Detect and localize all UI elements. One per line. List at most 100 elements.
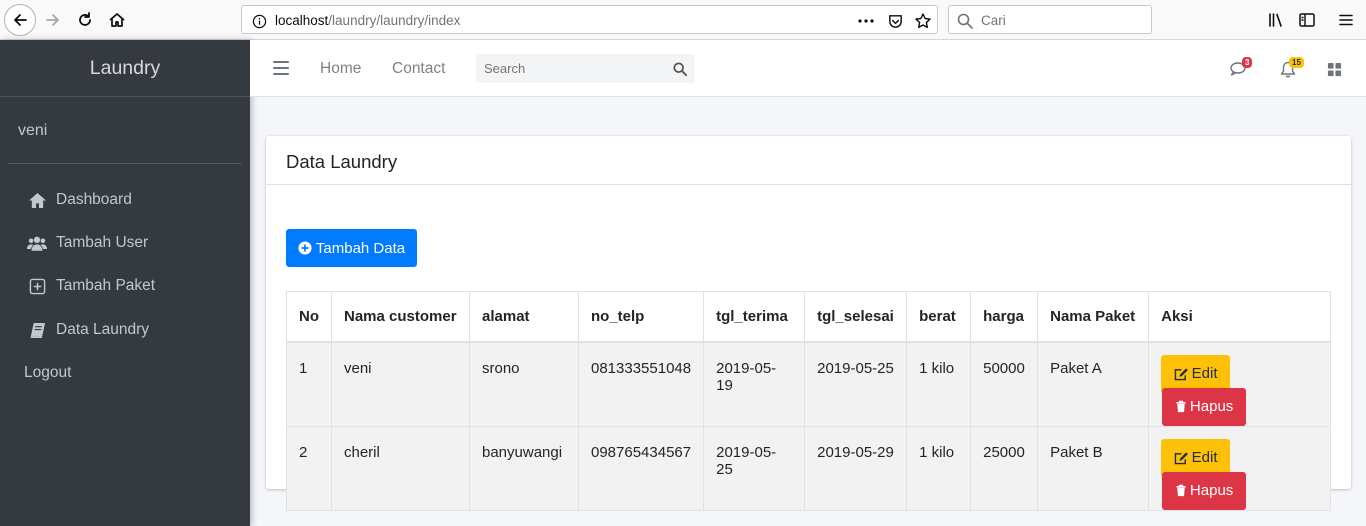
sidebar-item-label: Tambah User (56, 234, 149, 251)
cell-selesai: 2019-05-29 (804, 425, 908, 511)
more-actions-icon[interactable] (857, 12, 875, 30)
tambah-data-label: Tambah Data (315, 239, 406, 257)
edit-button[interactable]: Edit (1161, 438, 1231, 477)
grid-icon (1327, 62, 1341, 76)
brand-link[interactable]: Laundry (0, 40, 250, 97)
home-button[interactable] (101, 4, 133, 36)
user-panel: veni (8, 97, 242, 164)
sidebar-item-label: Data Laundry (56, 321, 150, 338)
menu-icon[interactable] (1335, 9, 1357, 31)
hamburger-menu-icon[interactable] (273, 61, 289, 75)
edit-label: Edit (1191, 449, 1218, 466)
cell-paket: Paket B (1037, 425, 1150, 511)
cell-harga: 25000 (970, 425, 1039, 511)
nav-link-home[interactable]: Home (320, 60, 361, 78)
apps-grid-button[interactable] (1323, 58, 1345, 80)
cell-nama: veni (331, 341, 470, 427)
edit-icon (1174, 367, 1188, 380)
arrow-right-icon (46, 14, 59, 26)
browser-toolbar: localhost/laundry/laundry/index Cari (0, 0, 1366, 40)
sidebar-item-label: Dashboard (56, 191, 132, 208)
cell-telp: 081333551048 (577, 341, 705, 427)
cell-no: 1 (286, 341, 332, 427)
info-icon[interactable] (250, 12, 268, 30)
column-header-paket: Nama Paket (1037, 291, 1150, 343)
navbar-search-input[interactable] (484, 61, 664, 76)
column-header-aksi: Aksi (1148, 291, 1331, 343)
sidebar: Laundry veni Dashboard Tambah User Tamba… (0, 40, 250, 526)
cell-selesai: 2019-05-25 (804, 341, 908, 427)
hapus-label: Hapus (1189, 482, 1234, 499)
sidebar-item-label: Logout (24, 364, 72, 381)
notifications-dropdown[interactable]: 15 (1277, 57, 1304, 80)
url-bar[interactable]: localhost/laundry/laundry/index (241, 5, 938, 34)
column-header-berat: berat (906, 291, 972, 343)
column-header-telp: no_telp (577, 291, 705, 343)
card-title: Data Laundry (266, 136, 1351, 185)
column-header-selesai: tgl_selesai (804, 291, 908, 343)
messages-dropdown[interactable]: 3 (1228, 57, 1253, 80)
plus-square-icon (27, 276, 47, 296)
sidebar-item-data-laundry[interactable]: Data Laundry (0, 312, 250, 348)
navbar-search-button[interactable] (671, 60, 689, 78)
cell-harga: 50000 (970, 341, 1039, 427)
messages-badge: 3 (1242, 57, 1253, 68)
column-header-no: No (286, 291, 332, 343)
laundry-table: No Nama customer alamat no_telp tgl_teri… (286, 291, 1331, 511)
tambah-data-button[interactable]: Tambah Data (286, 229, 417, 267)
nav-link-contact[interactable]: Contact (392, 60, 445, 78)
search-icon (956, 12, 974, 30)
column-header-alamat: alamat (469, 291, 579, 343)
user-name[interactable]: veni (18, 122, 47, 140)
cell-no: 2 (286, 425, 332, 511)
sidebar-item-tambah-paket[interactable]: Tambah Paket (0, 268, 250, 304)
pocket-icon[interactable] (886, 12, 904, 30)
sidebar-item-tambah-user[interactable]: Tambah User (0, 225, 250, 261)
navbar-search (476, 54, 695, 83)
table-row: 2 cheril banyuwangi 098765434567 2019-05… (286, 425, 1331, 511)
data-laundry-card: Data Laundry Tambah Data No Nama custome… (266, 136, 1351, 511)
plus-circle-icon (298, 241, 312, 255)
browser-search-placeholder: Cari (981, 13, 1006, 28)
users-icon (27, 233, 47, 253)
sidebar-toggle-icon[interactable] (1296, 9, 1318, 31)
bookmark-star-icon[interactable] (914, 12, 932, 30)
edit-label: Edit (1191, 365, 1218, 382)
hapus-button[interactable]: Hapus (1162, 387, 1247, 426)
top-navbar: Home Contact 3 15 (250, 40, 1366, 97)
sidebar-item-label: Tambah Paket (56, 277, 156, 294)
hapus-button[interactable]: Hapus (1162, 471, 1247, 510)
column-header-harga: harga (970, 291, 1039, 343)
trash-icon (1176, 484, 1186, 497)
browser-search-bar[interactable]: Cari (948, 5, 1152, 34)
url-text: localhost/laundry/laundry/index (275, 13, 461, 28)
sidebar-item-dashboard[interactable]: Dashboard (0, 182, 250, 218)
cell-terima: 2019-05-19 (703, 341, 806, 427)
book-icon (27, 320, 47, 340)
cell-berat: 1 kilo (906, 341, 972, 427)
cell-aksi: Edit Hapus (1148, 425, 1331, 511)
cell-paket: Paket A (1037, 341, 1150, 427)
cell-nama: cheril (331, 425, 470, 511)
sidebar-item-logout[interactable]: Logout (0, 355, 250, 391)
home-icon (27, 190, 47, 210)
cell-telp: 098765434567 (577, 425, 705, 511)
back-button[interactable] (4, 4, 36, 36)
cell-alamat: banyuwangi (469, 425, 579, 511)
forward-button[interactable] (37, 4, 69, 36)
reload-button[interactable] (69, 4, 101, 36)
notifications-badge: 15 (1289, 57, 1304, 68)
table-header-row: No Nama customer alamat no_telp tgl_teri… (286, 291, 1331, 343)
library-icon[interactable] (1265, 9, 1287, 31)
edit-button[interactable]: Edit (1161, 354, 1231, 393)
column-header-nama: Nama customer (331, 291, 470, 343)
search-icon (673, 62, 687, 76)
hapus-label: Hapus (1189, 398, 1234, 415)
cell-aksi: Edit Hapus (1148, 341, 1331, 427)
home-icon (109, 13, 125, 27)
reload-icon (79, 12, 91, 26)
trash-icon (1176, 400, 1186, 413)
arrow-left-icon (14, 14, 27, 26)
column-header-terima: tgl_terima (703, 291, 806, 343)
cell-alamat: srono (469, 341, 579, 427)
